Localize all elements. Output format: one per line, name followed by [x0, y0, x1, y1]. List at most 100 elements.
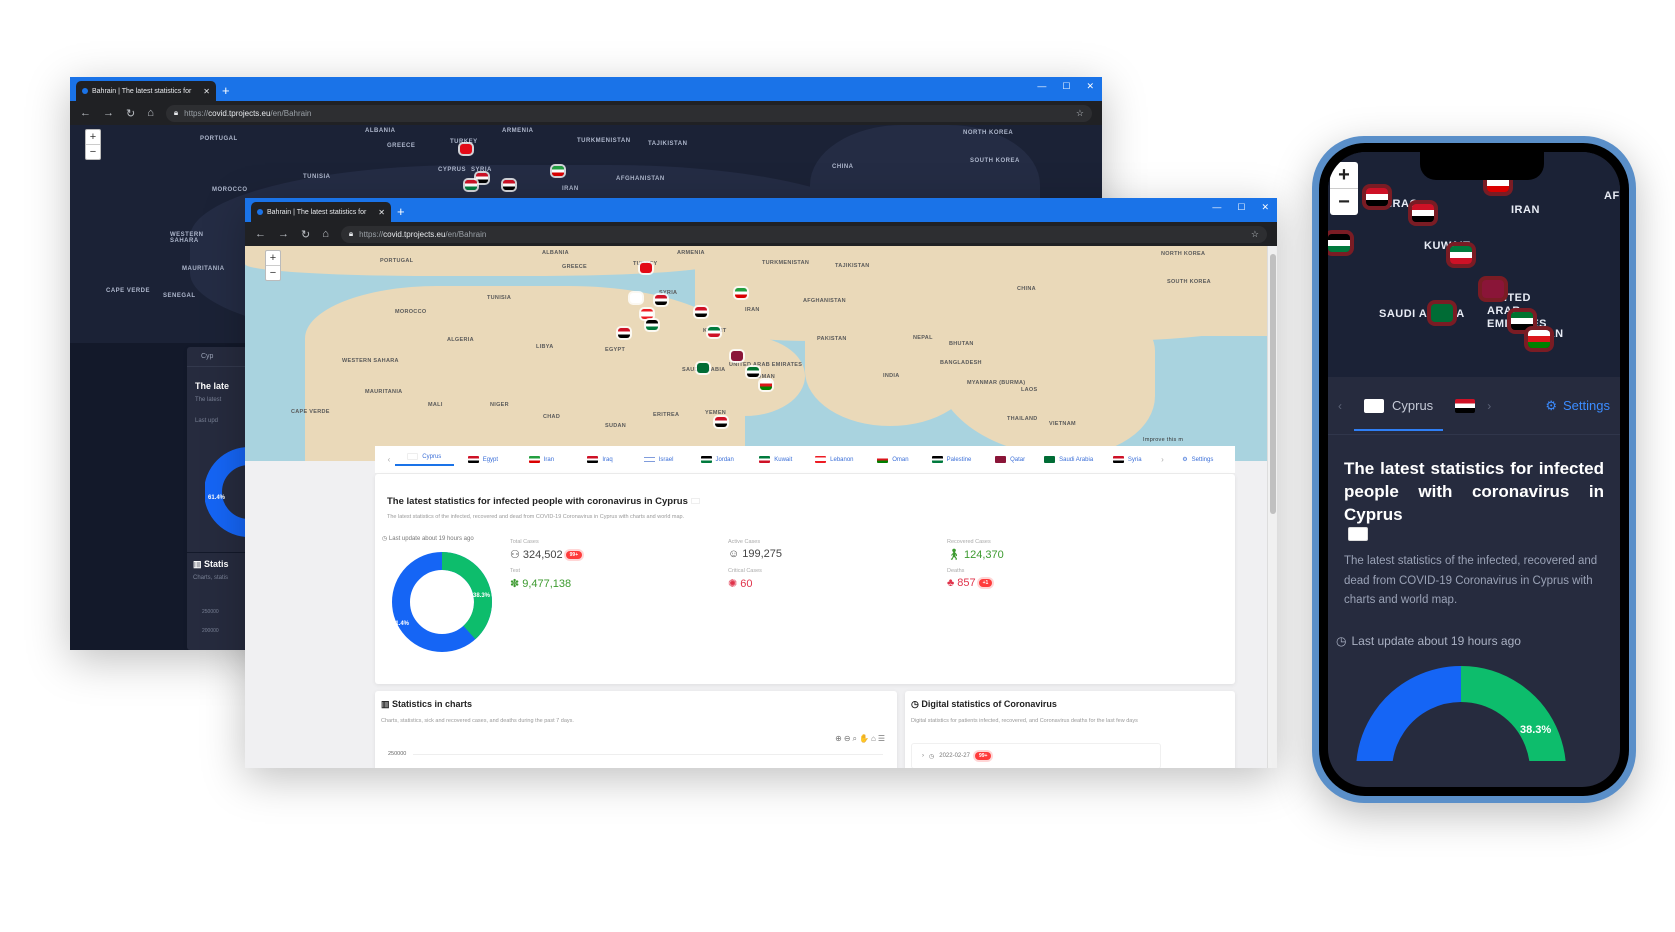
map-attribution[interactable]: Improve this m [1143, 437, 1183, 443]
tab-jordan[interactable]: Jordan [688, 456, 747, 463]
light-page: + − PORTUGAL ALBANIA ARMENIA TURKMENISTA… [245, 246, 1277, 768]
critical-cases-stat: Critical Cases ✺ 60 [728, 568, 762, 590]
phone-page-title: The latest statistics for infected peopl… [1344, 459, 1604, 524]
phone-frame: + − IRAQ IRAN AF KUWAIT UNITED ARAB EMIR… [1312, 136, 1636, 803]
mask-icon: ☺ [728, 548, 740, 560]
virus-icon: ✺ [728, 578, 738, 590]
tab-iraq[interactable]: Iraq [571, 456, 630, 463]
recovered-cases-stat: Recovered Cases 🚶︎ 124,370 [947, 539, 1004, 561]
zoom-out-button[interactable]: − [86, 145, 100, 159]
back-arrow-icon[interactable]: ← [255, 228, 266, 240]
home-icon[interactable]: ⌂ [147, 107, 154, 119]
tab-israel[interactable]: Israel [629, 456, 688, 463]
maximize-button[interactable]: ☐ [1062, 81, 1070, 92]
close-window-button[interactable]: ✕ [1261, 202, 1269, 213]
home-icon[interactable]: ⌂ [322, 228, 329, 240]
window-controls: — ☐ ✕ [1212, 202, 1269, 213]
close-tab-icon[interactable]: ✕ [378, 208, 385, 217]
tab-iran[interactable]: Iran [512, 456, 571, 463]
deaths-icon: ♣ [947, 577, 955, 589]
tab-oman[interactable]: Oman [864, 456, 923, 463]
tab-cyprus[interactable]: Cyprus [395, 453, 454, 466]
tab-palestine[interactable]: Palestine [922, 456, 981, 463]
forward-arrow-icon[interactable]: → [278, 228, 289, 240]
reload-icon[interactable]: ↻ [301, 228, 310, 241]
phone-page-description: The latest statistics of the infected, r… [1344, 555, 1598, 606]
charts-card: ▥ Statistics in charts Charts, statistic… [375, 691, 897, 768]
new-tab-button[interactable]: + [222, 81, 230, 101]
clock-icon: ◷ [929, 753, 935, 760]
country-tabs: ‹ Cyprus Egypt Iran Iraq Israel Jordan K… [375, 446, 1235, 474]
new-tab-button[interactable]: + [397, 202, 405, 222]
url-text: https://covid.tprojects.eu/en/Bahrain [359, 229, 487, 239]
zoom-out-button[interactable]: − [266, 266, 280, 280]
phone-map[interactable]: + − IRAQ IRAN AF KUWAIT UNITED ARAB EMIR… [1328, 152, 1620, 377]
digital-description: Digital statistics for patients infected… [911, 718, 1138, 724]
tabs-next-arrow[interactable]: › [1157, 455, 1169, 464]
digital-stats-card: ◷ Digital statistics of Coronavirus Digi… [905, 691, 1235, 768]
world-map[interactable]: + − PORTUGAL ALBANIA ARMENIA TURKMENISTA… [245, 246, 1277, 461]
page-scrollbar[interactable] [1267, 246, 1277, 768]
maximize-button[interactable]: ☐ [1237, 202, 1245, 213]
deaths-stat: Deaths ♣ 857 +1 [947, 568, 993, 589]
close-tab-icon[interactable]: ✕ [203, 87, 210, 96]
browser-toolbar: ← → ↻ ⌂ 🔒︎ https://covid.tprojects.eu/en… [245, 222, 1277, 246]
zoom-in-button[interactable]: + [266, 251, 280, 266]
tab-strip: Bahrain | The latest statistics for ✕ + … [70, 77, 1102, 101]
favicon-icon [257, 209, 263, 215]
tab-lebanon[interactable]: Lebanon [805, 456, 864, 463]
close-window-button[interactable]: ✕ [1086, 81, 1094, 92]
map-zoom-control: + − [265, 250, 281, 281]
phone-settings-button[interactable]: ⚙ Settings [1545, 398, 1610, 414]
dark-ytick-2: 200000 [202, 628, 219, 634]
browser-tab[interactable]: Bahrain | The latest statistics for ✕ [76, 81, 216, 101]
bookmark-star-icon[interactable]: ☆ [1076, 108, 1084, 119]
chart-toolbox[interactable]: ⊕⊖⌕✋⌂☰ [835, 734, 887, 744]
zoom-out-button[interactable]: − [1330, 189, 1358, 215]
tab-kuwait[interactable]: Kuwait [746, 456, 805, 463]
phone-zoom-control: + − [1330, 162, 1358, 215]
charts-title: ▥ Statistics in charts [381, 699, 473, 709]
cyprus-flag-icon [1348, 527, 1368, 541]
browser-tab[interactable]: Bahrain | The latest statistics for ✕ [251, 202, 391, 222]
reload-icon[interactable]: ↻ [126, 107, 135, 120]
dark-title-fragment: The late [195, 381, 230, 391]
total-cases-stat: Total Cases ⚇ 324,502 99+ [510, 539, 583, 561]
phone-tab-egypt[interactable] [1455, 398, 1476, 413]
tabs-prev-arrow[interactable]: ‹ [383, 455, 395, 464]
tab-title: Bahrain | The latest statistics for [92, 87, 192, 95]
donut-label-green: 38.3% [473, 593, 491, 599]
test-stat: Test ✽ 9,477,138 [510, 568, 572, 590]
cases-donut-chart: 61.4% 38.3% [392, 552, 492, 652]
forward-arrow-icon[interactable]: → [103, 107, 114, 119]
zoom-in-button[interactable]: + [86, 130, 100, 145]
settings-button[interactable]: ⚙ Settings [1169, 456, 1228, 464]
lock-icon: 🔒︎ [348, 229, 354, 238]
digital-row[interactable]: › ◷ 2022-02-27 99+ [911, 743, 1161, 768]
gear-icon: ⚙ [1545, 397, 1558, 413]
clock-icon: ◷ [382, 536, 388, 542]
minimize-button[interactable]: — [1212, 202, 1221, 213]
address-bar[interactable]: 🔒︎ https://covid.tprojects.eu/en/Bahrain… [340, 225, 1267, 243]
tab-qatar[interactable]: Qatar [981, 456, 1040, 463]
dark-content-panel: Cyp The late The latest Last upd 61.4% ▥… [187, 347, 265, 650]
address-bar[interactable]: 🔒︎ https://covid.tprojects.eu/en/Bahrain… [165, 104, 1092, 122]
window-controls: — ☐ ✕ [1037, 81, 1094, 92]
browser-toolbar: ← → ↻ ⌂ 🔒︎ https://covid.tprojects.eu/en… [70, 101, 1102, 125]
page-title: The latest statistics for infected peopl… [387, 496, 700, 507]
zoom-in-button[interactable]: + [1330, 162, 1358, 189]
tab-syria[interactable]: Syria [1098, 456, 1157, 463]
url-text: https://covid.tprojects.eu/en/Bahrain [184, 108, 312, 118]
dark-ytick: 250000 [202, 609, 219, 615]
gear-icon: ⚙ [1182, 457, 1188, 463]
minimize-button[interactable]: — [1037, 81, 1046, 92]
bookmark-star-icon[interactable]: ☆ [1251, 229, 1259, 240]
tabs-next-arrow[interactable]: › [1487, 399, 1491, 413]
tab-egypt[interactable]: Egypt [454, 456, 513, 463]
phone-tab-cyprus[interactable]: Cyprus [1354, 380, 1444, 431]
tabs-prev-arrow[interactable]: ‹ [1338, 399, 1342, 413]
tab-saudi-arabia[interactable]: Saudi Arabia [1039, 456, 1098, 463]
walking-icon: 🚶︎ [947, 549, 961, 561]
back-arrow-icon[interactable]: ← [80, 107, 91, 119]
phone-notch [1420, 152, 1544, 180]
